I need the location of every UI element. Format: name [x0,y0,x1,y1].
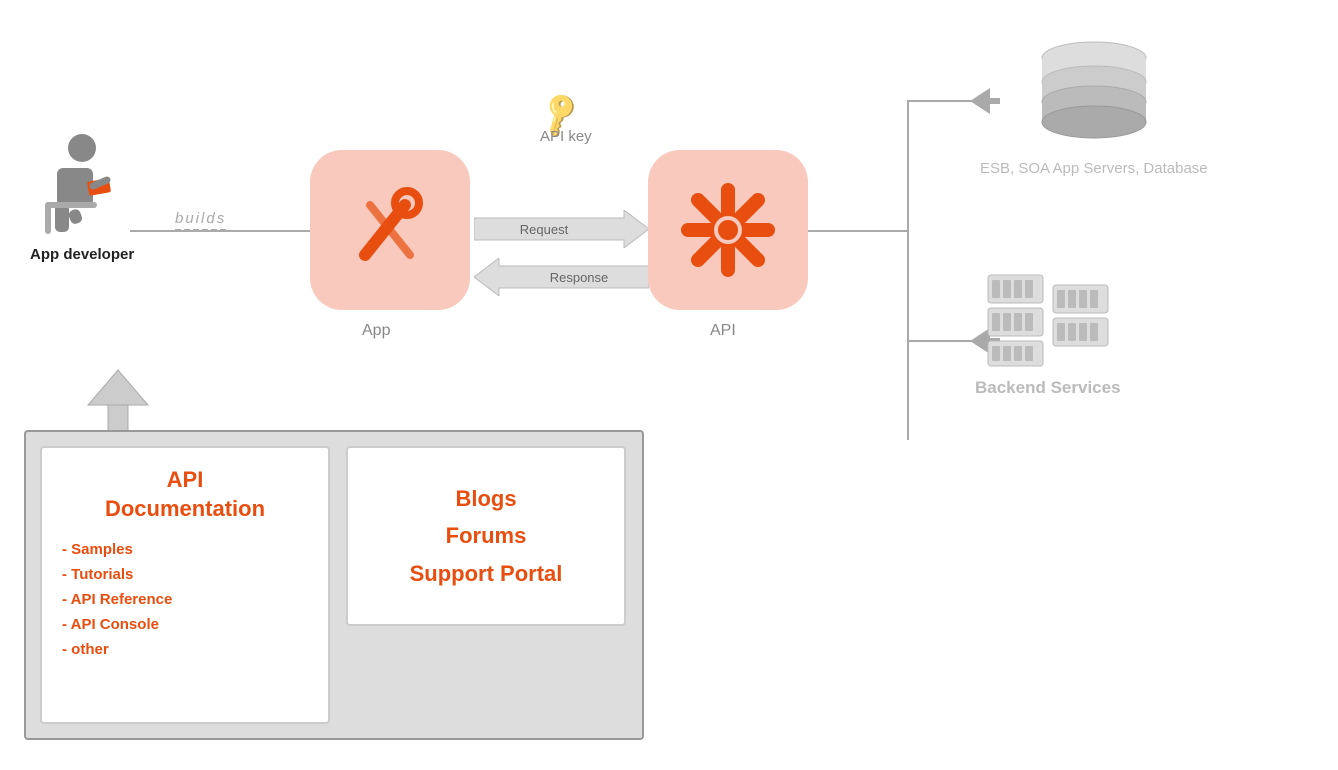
docs-item-api-reference: - API Reference [62,591,308,608]
docs-item-tutorials: - Tutorials [62,566,308,583]
apikey-label: API key [540,128,592,145]
connector-dev-to-app [130,230,310,232]
community-box: Blogs Forums Support Portal [346,446,626,626]
developer-figure [37,130,127,240]
docs-item-samples: - Samples [62,541,308,558]
docs-title: APIDocumentation [62,466,308,523]
app-label: App [362,322,390,340]
app-icon [310,150,470,310]
database-section: ESB, SOA App Servers, Database [980,40,1208,181]
portal-outer-box: APIDocumentation - Samples - Tutorials -… [24,430,644,740]
community-title: Blogs Forums Support Portal [410,480,563,592]
connector-api-right [808,230,908,232]
svg-text:Request: Request [520,222,569,237]
api-label: API [710,322,736,340]
backend-section: Backend Services [975,270,1121,398]
server-icon [983,270,1113,370]
connector-vertical [907,100,909,440]
svg-text:Response: Response [550,270,609,285]
response-arrow: Response [474,258,649,301]
docs-item-other: - other [62,641,308,658]
backend-label: Backend Services [975,378,1121,398]
api-icon [648,150,808,310]
request-arrow: Request [474,210,649,253]
developer-label: App developer [30,246,134,263]
builds-label: builds [175,210,226,231]
database-icon [1034,40,1154,150]
docs-box: APIDocumentation - Samples - Tutorials -… [40,446,330,724]
database-label: ESB, SOA App Servers, Database [980,158,1208,181]
developer-section: App developer [30,130,134,263]
docs-item-api-console: - API Console [62,616,308,633]
